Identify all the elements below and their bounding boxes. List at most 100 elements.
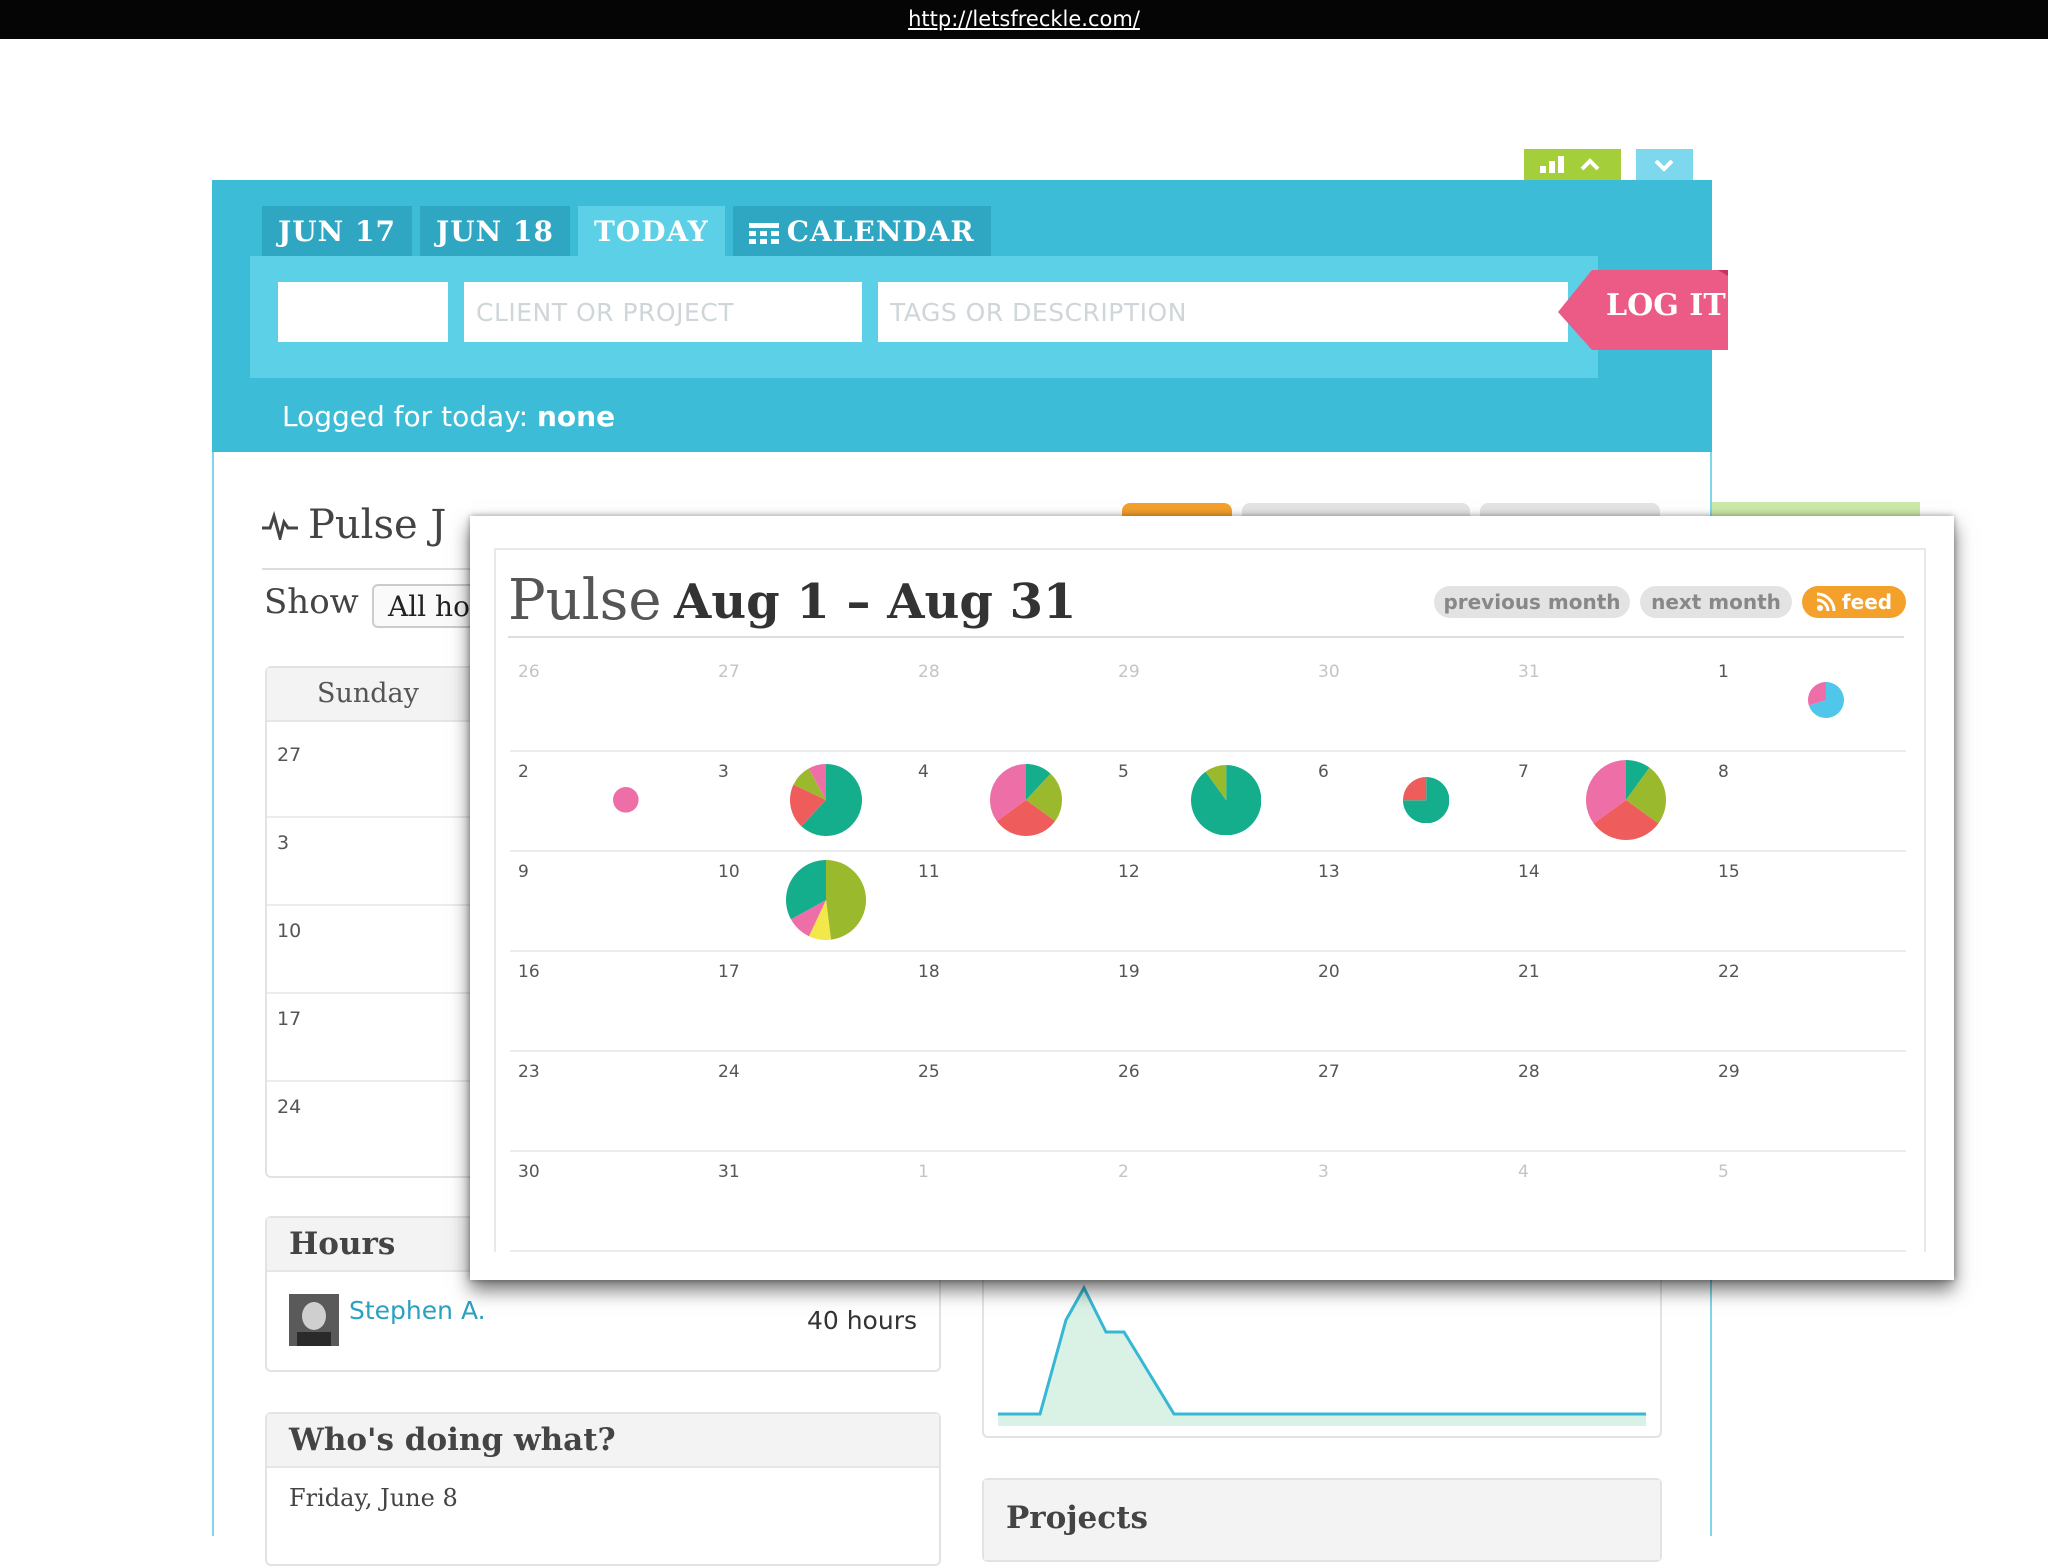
day-number: 29 (1718, 1062, 1740, 1082)
calendar-day-cell[interactable]: 30 (1310, 650, 1510, 750)
chevron-down-icon (1654, 159, 1674, 172)
activity-date: Friday, June 8 (289, 1484, 458, 1512)
calendar-day-cell[interactable]: 31 (1510, 650, 1710, 750)
day-number: 28 (918, 662, 940, 682)
day-number: 26 (518, 662, 540, 682)
activity-pie-chart[interactable] (1808, 682, 1844, 718)
tab-label: CALENDAR (786, 215, 975, 248)
activity-pie-chart[interactable] (1190, 764, 1262, 836)
pulse-icon (262, 510, 298, 540)
calendar-day-cell[interactable]: 2 (510, 750, 710, 850)
calendar-day: 3 (277, 832, 290, 854)
tab-calendar[interactable]: CALENDAR (732, 206, 991, 256)
calendar-day-cell[interactable]: 25 (910, 1050, 1110, 1150)
calendar-week-row: 26 27 28 29 30 31 1 (510, 650, 1906, 752)
user-link[interactable]: Stephen A. (349, 1296, 486, 1325)
calendar-day-cell[interactable]: 16 (510, 950, 710, 1050)
activity-pie-chart[interactable] (613, 787, 639, 813)
calendar-day-cell[interactable]: 9 (510, 850, 710, 950)
calendar-day-cell[interactable]: 14 (1510, 850, 1710, 950)
day-number: 8 (1718, 762, 1729, 782)
day-number: 15 (1718, 862, 1740, 882)
calendar-day-cell[interactable]: 1 (910, 1150, 1110, 1250)
calendar-week-row: 9 10 11 12 13 14 15 (510, 850, 1906, 952)
calendar-day-cell[interactable]: 22 (1710, 950, 1910, 1050)
calendar-day-cell[interactable]: 29 (1710, 1050, 1910, 1150)
url-link[interactable]: http://letsfreckle.com/ (0, 7, 2048, 31)
show-label: Show (264, 582, 359, 622)
popup-divider (508, 636, 1904, 638)
day-number: 9 (518, 862, 529, 882)
day-number: 4 (918, 762, 929, 782)
calendar-day-cell[interactable]: 4 (1510, 1150, 1710, 1250)
activity-pie-chart[interactable] (790, 764, 862, 836)
tab-jun-17[interactable]: JUN 17 (262, 206, 412, 256)
avatar (289, 1294, 339, 1346)
log-it-label: LOG IT (1606, 288, 1726, 323)
time-input[interactable] (278, 282, 448, 342)
calendar-day-cell[interactable]: 20 (1310, 950, 1510, 1050)
calendar-day-cell[interactable]: 26 (1110, 1050, 1310, 1150)
dropdown-toggle-button[interactable] (1636, 149, 1693, 180)
calendar-day-cell[interactable]: 7 (1510, 750, 1710, 850)
calendar-day-cell[interactable]: 15 (1710, 850, 1910, 950)
calendar-icon (748, 222, 779, 244)
pie-slice-green (826, 860, 866, 940)
calendar-day-cell[interactable]: 27 (1310, 1050, 1510, 1150)
tab-jun-18[interactable]: JUN 18 (419, 206, 570, 256)
calendar-day-cell[interactable]: 3 (710, 750, 910, 850)
calendar-day-cell[interactable]: 8 (1710, 750, 1910, 850)
activity-pie-chart[interactable] (1402, 776, 1450, 824)
calendar-day-cell[interactable]: 5 (1710, 1150, 1910, 1250)
next-month-button[interactable]: next month (1640, 586, 1792, 618)
day-number: 22 (1718, 962, 1740, 982)
activity-pie-chart[interactable] (990, 764, 1062, 836)
tags-description-input[interactable] (878, 282, 1568, 342)
day-number: 2 (518, 762, 529, 782)
calendar-day-cell[interactable]: 1 (1710, 650, 1910, 750)
day-number: 18 (918, 962, 940, 982)
calendar-day-cell[interactable]: 23 (510, 1050, 710, 1150)
calendar-day-cell[interactable]: 21 (1510, 950, 1710, 1050)
calendar-day: 24 (277, 1096, 302, 1118)
calendar-day-cell[interactable]: 24 (710, 1050, 910, 1150)
day-number: 17 (718, 962, 740, 982)
calendar-day-cell[interactable]: 28 (910, 650, 1110, 750)
calendar-day-cell[interactable]: 3 (1310, 1150, 1510, 1250)
calendar-day-cell[interactable]: 19 (1110, 950, 1310, 1050)
activity-pie-chart[interactable] (1586, 760, 1666, 840)
client-project-input[interactable] (464, 282, 862, 342)
activity-pie-chart[interactable] (786, 860, 866, 940)
calendar-day-cell[interactable]: 28 (1510, 1050, 1710, 1150)
day-number: 2 (1118, 1162, 1129, 1182)
calendar-day: 10 (277, 920, 302, 942)
day-number: 14 (1518, 862, 1540, 882)
calendar-day-cell[interactable]: 11 (910, 850, 1110, 950)
calendar-day-cell[interactable]: 4 (910, 750, 1110, 850)
day-number: 10 (718, 862, 740, 882)
previous-month-button[interactable]: previous month (1434, 586, 1630, 618)
feed-button[interactable]: feed (1802, 586, 1906, 618)
calendar-day-cell[interactable]: 17 (710, 950, 910, 1050)
calendar-day-cell[interactable]: 31 (710, 1150, 910, 1250)
tab-label: JUN 18 (435, 215, 554, 248)
panel-header: Who's doing what? (267, 1414, 939, 1468)
calendar-day-cell[interactable]: 29 (1110, 650, 1310, 750)
rss-icon (1816, 592, 1836, 611)
panel-header: Projects (984, 1480, 1660, 1560)
calendar-day-cell[interactable]: 13 (1310, 850, 1510, 950)
calendar-day-cell[interactable]: 26 (510, 650, 710, 750)
stats-toggle-button[interactable] (1524, 149, 1621, 180)
day-number: 20 (1318, 962, 1340, 982)
calendar-day-cell[interactable]: 6 (1310, 750, 1510, 850)
projects-title: Projects (1006, 1500, 1148, 1536)
calendar-day-cell[interactable]: 30 (510, 1150, 710, 1250)
calendar-day-cell[interactable]: 10 (710, 850, 910, 950)
calendar-day-cell[interactable]: 12 (1110, 850, 1310, 950)
day-number: 30 (1318, 662, 1340, 682)
calendar-day-cell[interactable]: 2 (1110, 1150, 1310, 1250)
tab-today[interactable]: TODAY (577, 206, 725, 256)
calendar-day-cell[interactable]: 18 (910, 950, 1110, 1050)
calendar-day-cell[interactable]: 5 (1110, 750, 1310, 850)
calendar-day-cell[interactable]: 27 (710, 650, 910, 750)
